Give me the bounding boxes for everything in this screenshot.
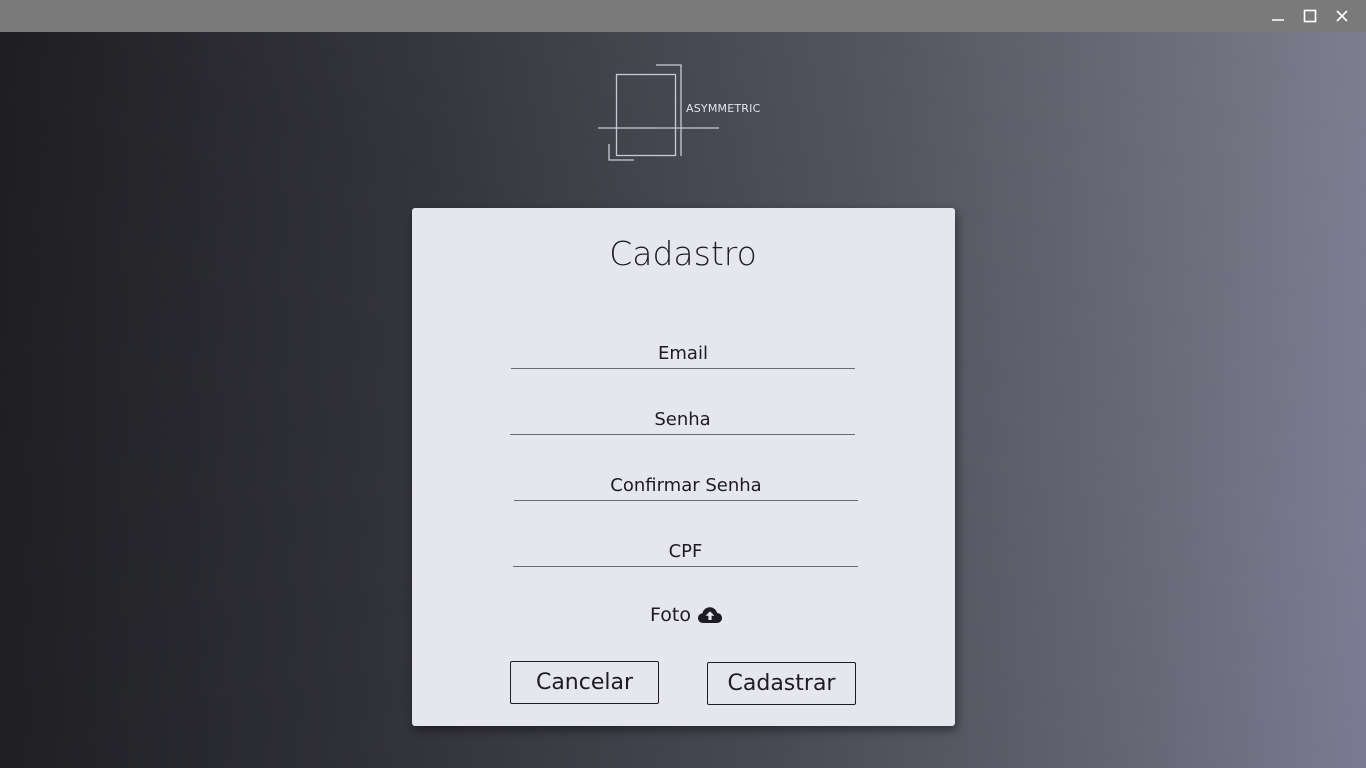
minimize-button[interactable] xyxy=(1262,0,1294,32)
brand-name: ASYMMETRIC xyxy=(686,102,761,115)
cpf-field[interactable] xyxy=(513,536,858,567)
maximize-icon xyxy=(1303,9,1317,23)
password-field[interactable] xyxy=(510,404,855,435)
signup-card xyxy=(412,208,955,726)
photo-upload[interactable]: Foto xyxy=(650,604,723,626)
maximize-button[interactable] xyxy=(1294,0,1326,32)
cancel-button[interactable]: Cancelar xyxy=(510,661,659,704)
close-button[interactable] xyxy=(1326,0,1358,32)
page-title: Cadastro xyxy=(609,234,757,273)
window-titlebar xyxy=(0,0,1366,32)
photo-label: Foto xyxy=(650,604,691,626)
close-icon xyxy=(1336,10,1348,22)
minimize-icon xyxy=(1272,19,1284,21)
email-field[interactable] xyxy=(511,338,855,369)
cloud-upload-icon xyxy=(697,607,722,623)
submit-button[interactable]: Cadastrar xyxy=(707,662,856,705)
confirm-password-field[interactable] xyxy=(514,470,858,501)
